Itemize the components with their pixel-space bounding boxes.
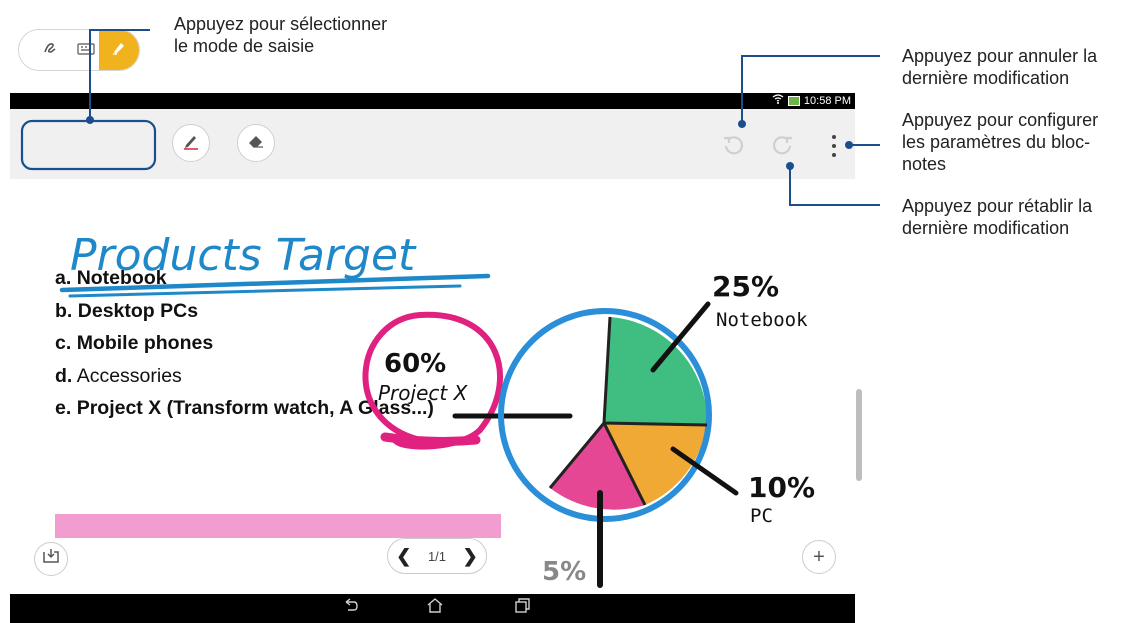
more-dot	[832, 144, 836, 148]
eraser-icon	[247, 133, 265, 154]
highlighter-mode-button[interactable]	[99, 30, 139, 70]
wifi-icon	[772, 94, 784, 107]
highlighter-icon	[112, 41, 126, 59]
import-button[interactable]	[34, 542, 68, 576]
more-options-button[interactable]	[828, 135, 840, 157]
eraser-tool-button[interactable]	[237, 124, 275, 162]
callout-undo: Appuyez pour annuler la dernière modific…	[902, 46, 1098, 88]
callout-settings: Appuyez pour configurer les paramètres d…	[902, 110, 1099, 174]
page-navigator: ❮ 1/1 ❯	[387, 538, 487, 574]
add-icon: +	[813, 545, 825, 568]
handwriting-icon	[42, 40, 58, 60]
next-page-icon[interactable]: ❯	[463, 546, 478, 567]
callout-input-mode: Appuyez pour sélectionner le mode de sai…	[174, 14, 388, 56]
battery-icon	[787, 95, 800, 106]
page-indicator: 1/1	[427, 548, 447, 564]
undo-icon[interactable]	[722, 133, 744, 161]
pen-icon	[182, 132, 200, 155]
pen-tool-button[interactable]	[172, 124, 210, 162]
import-icon	[42, 547, 60, 571]
list-item: a. Notebook	[55, 267, 167, 289]
callout-redo: Appuyez pour rétablir la dernière modifi…	[902, 196, 1093, 238]
keyboard-icon	[77, 42, 95, 59]
status-bar: 10:58 PM	[10, 93, 855, 109]
list-item: c. Mobile phones	[55, 332, 214, 354]
status-icons: 10:58 PM	[772, 94, 851, 107]
navigation-bar	[10, 594, 855, 623]
prev-page-icon[interactable]: ❮	[396, 546, 411, 567]
list-item: b. Desktop PCs	[55, 299, 199, 322]
note-list: a. Notebook b. Desktop PCs c. Mobile pho…	[55, 262, 434, 425]
add-page-button[interactable]: +	[802, 540, 836, 574]
handwriting-mode-button[interactable]	[33, 34, 67, 66]
more-dot	[832, 153, 836, 157]
back-icon[interactable]	[343, 597, 359, 618]
status-time: 10:58 PM	[803, 94, 851, 107]
list-item: e. Project X (Transform watch, A Glass..…	[55, 397, 434, 419]
list-item: d. Accessories	[55, 364, 182, 387]
home-icon[interactable]	[426, 597, 444, 618]
keyboard-mode-button[interactable]	[69, 34, 103, 66]
scrollbar[interactable]	[856, 389, 862, 481]
input-mode-selector	[18, 29, 140, 71]
more-dot	[832, 135, 836, 139]
redo-icon[interactable]	[772, 133, 794, 161]
recent-apps-icon[interactable]	[514, 597, 530, 618]
